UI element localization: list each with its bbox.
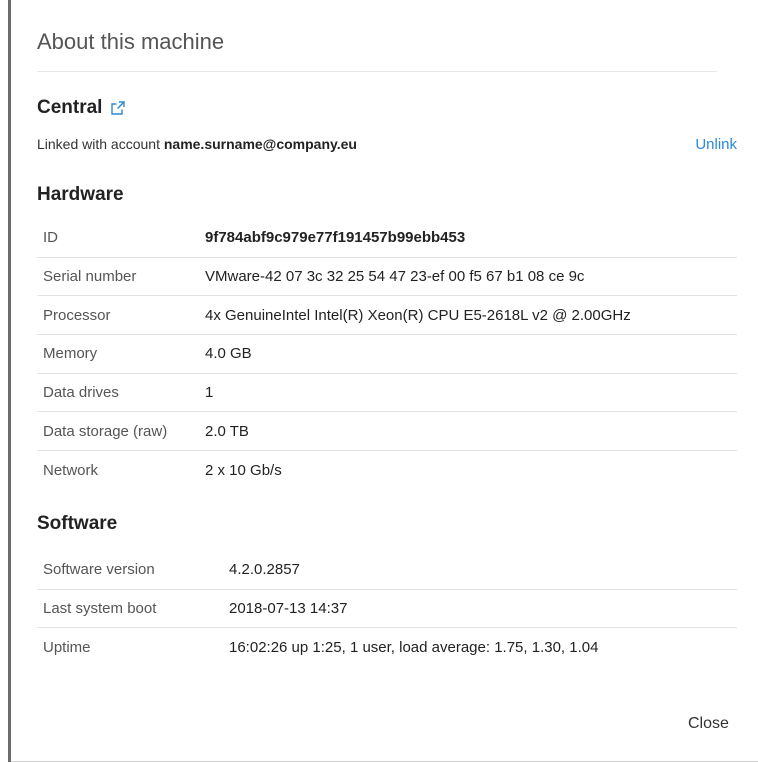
table-row: Software version 4.2.0.2857 [37, 551, 737, 590]
row-value: 16:02:26 up 1:25, 1 user, load average: … [229, 639, 599, 657]
table-row: Memory 4.0 GB [37, 335, 737, 374]
row-value: 2.0 TB [205, 422, 249, 440]
row-label: Data drives [43, 384, 119, 402]
table-row: Last system boot 2018-07-13 14:37 [37, 590, 737, 629]
software-heading: Software [37, 513, 118, 534]
row-value: 9f784abf9c979e77f191457b99ebb453 [205, 229, 466, 247]
row-value: VMware-42 07 3c 32 25 54 47 23-ef 00 f5 … [205, 268, 585, 286]
dialog-title: About this machine [37, 29, 225, 54]
row-value: 4.2.0.2857 [229, 561, 300, 579]
table-row: Data storage (raw) 2.0 TB [37, 412, 737, 452]
row-value: 2018-07-13 14:37 [229, 600, 348, 618]
about-machine-dialog: About this machine Central Linked with a… [11, 0, 758, 762]
software-table: Software version 4.2.0.2857 Last system … [37, 551, 737, 667]
linked-account-row: Linked with account name.surname@company… [37, 136, 737, 156]
table-row: Processor 4x GenuineIntel Intel(R) Xeon(… [37, 296, 737, 336]
central-heading-label: Central [37, 97, 103, 118]
row-label: Network [43, 461, 99, 479]
row-label: Serial number [43, 268, 137, 286]
row-label: Last system boot [43, 600, 157, 618]
unlink-link[interactable]: Unlink [695, 136, 737, 153]
table-row: Data drives 1 [37, 374, 737, 413]
table-row: Uptime 16:02:26 up 1:25, 1 user, load av… [37, 628, 737, 667]
row-label: Data storage (raw) [43, 422, 168, 440]
row-value: 4x GenuineIntel Intel(R) Xeon(R) CPU E5-… [205, 306, 631, 324]
row-label: Processor [43, 306, 111, 324]
row-value: 4.0 GB [205, 345, 252, 363]
linked-account-prefix: Linked with account [37, 136, 164, 152]
row-value: 2 x 10 Gb/s [205, 461, 282, 479]
table-row: ID 9f784abf9c979e77f191457b99ebb453 [37, 219, 737, 258]
row-label: Memory [43, 345, 98, 363]
table-row: Network 2 x 10 Gb/s [37, 451, 737, 490]
backdrop-edge [0, 0, 11, 762]
close-button[interactable]: Close [688, 715, 729, 733]
table-row: Serial number VMware-42 07 3c 32 25 54 4… [37, 258, 737, 297]
linked-account-email: name.surname@company.eu [163, 136, 357, 152]
central-heading: Central [37, 97, 126, 119]
row-value: 1 [205, 384, 214, 402]
row-label: Uptime [43, 639, 91, 657]
external-link-icon[interactable] [110, 100, 126, 116]
hardware-table: ID 9f784abf9c979e77f191457b99ebb453 Seri… [37, 219, 737, 490]
row-label: Software version [43, 561, 155, 579]
title-divider [37, 71, 717, 72]
hardware-heading: Hardware [37, 184, 124, 205]
row-label: ID [43, 229, 58, 247]
